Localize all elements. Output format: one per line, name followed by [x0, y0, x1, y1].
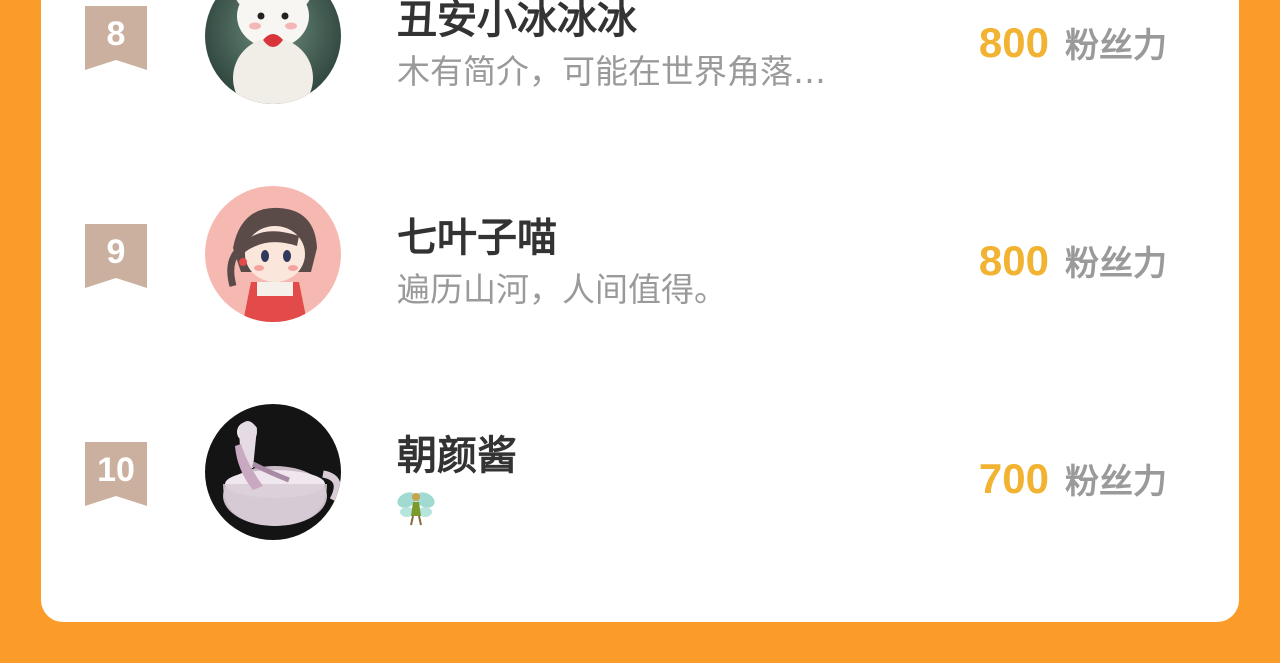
- white-bunny-avatar-icon: [205, 0, 341, 104]
- score-unit: 粉丝力: [1065, 244, 1167, 284]
- rank-badge: 9: [85, 224, 147, 288]
- user-name: 朝颜酱: [397, 433, 517, 479]
- doll-in-teacup-avatar-icon: [205, 404, 341, 540]
- fan-score: 800 粉丝力: [979, 237, 1167, 294]
- rank-number: 8: [106, 15, 126, 53]
- user-avatar[interactable]: [205, 0, 341, 104]
- cartoon-girl-avatar-icon: [205, 186, 341, 322]
- user-avatar[interactable]: [205, 186, 341, 322]
- score-value: 700: [978, 455, 1049, 502]
- ranking-card: 8 丑安小冰冰冰 木有简介，可能在世界角落… 800 粉丝力 9 七叶子喵 遍历…: [41, 0, 1239, 622]
- score-value: 800: [978, 237, 1049, 284]
- user-name: 七叶子喵: [397, 215, 557, 261]
- fairy-emoji-icon: [395, 486, 437, 532]
- user-bio: 遍历山河，人间值得。: [397, 270, 727, 309]
- ranking-row[interactable]: 10 朝颜酱 700 粉丝力: [41, 396, 1239, 586]
- score-unit: 粉丝力: [1065, 462, 1167, 502]
- user-name: 丑安小冰冰冰: [397, 0, 637, 43]
- rank-badge: 10: [85, 442, 147, 506]
- score-value: 800: [978, 19, 1049, 66]
- score-unit: 粉丝力: [1065, 26, 1167, 66]
- rank-number: 10: [97, 451, 135, 489]
- ranking-row[interactable]: 9 七叶子喵 遍历山河，人间值得。 800 粉丝力: [41, 178, 1239, 368]
- user-avatar[interactable]: [205, 404, 341, 540]
- fan-score: 800 粉丝力: [979, 19, 1167, 76]
- fan-score: 700 粉丝力: [979, 455, 1167, 512]
- rank-number: 9: [106, 233, 126, 271]
- user-bio: 木有简介，可能在世界角落…: [397, 52, 826, 91]
- rank-badge: 8: [85, 6, 147, 70]
- ranking-row[interactable]: 8 丑安小冰冰冰 木有简介，可能在世界角落… 800 粉丝力: [41, 0, 1239, 150]
